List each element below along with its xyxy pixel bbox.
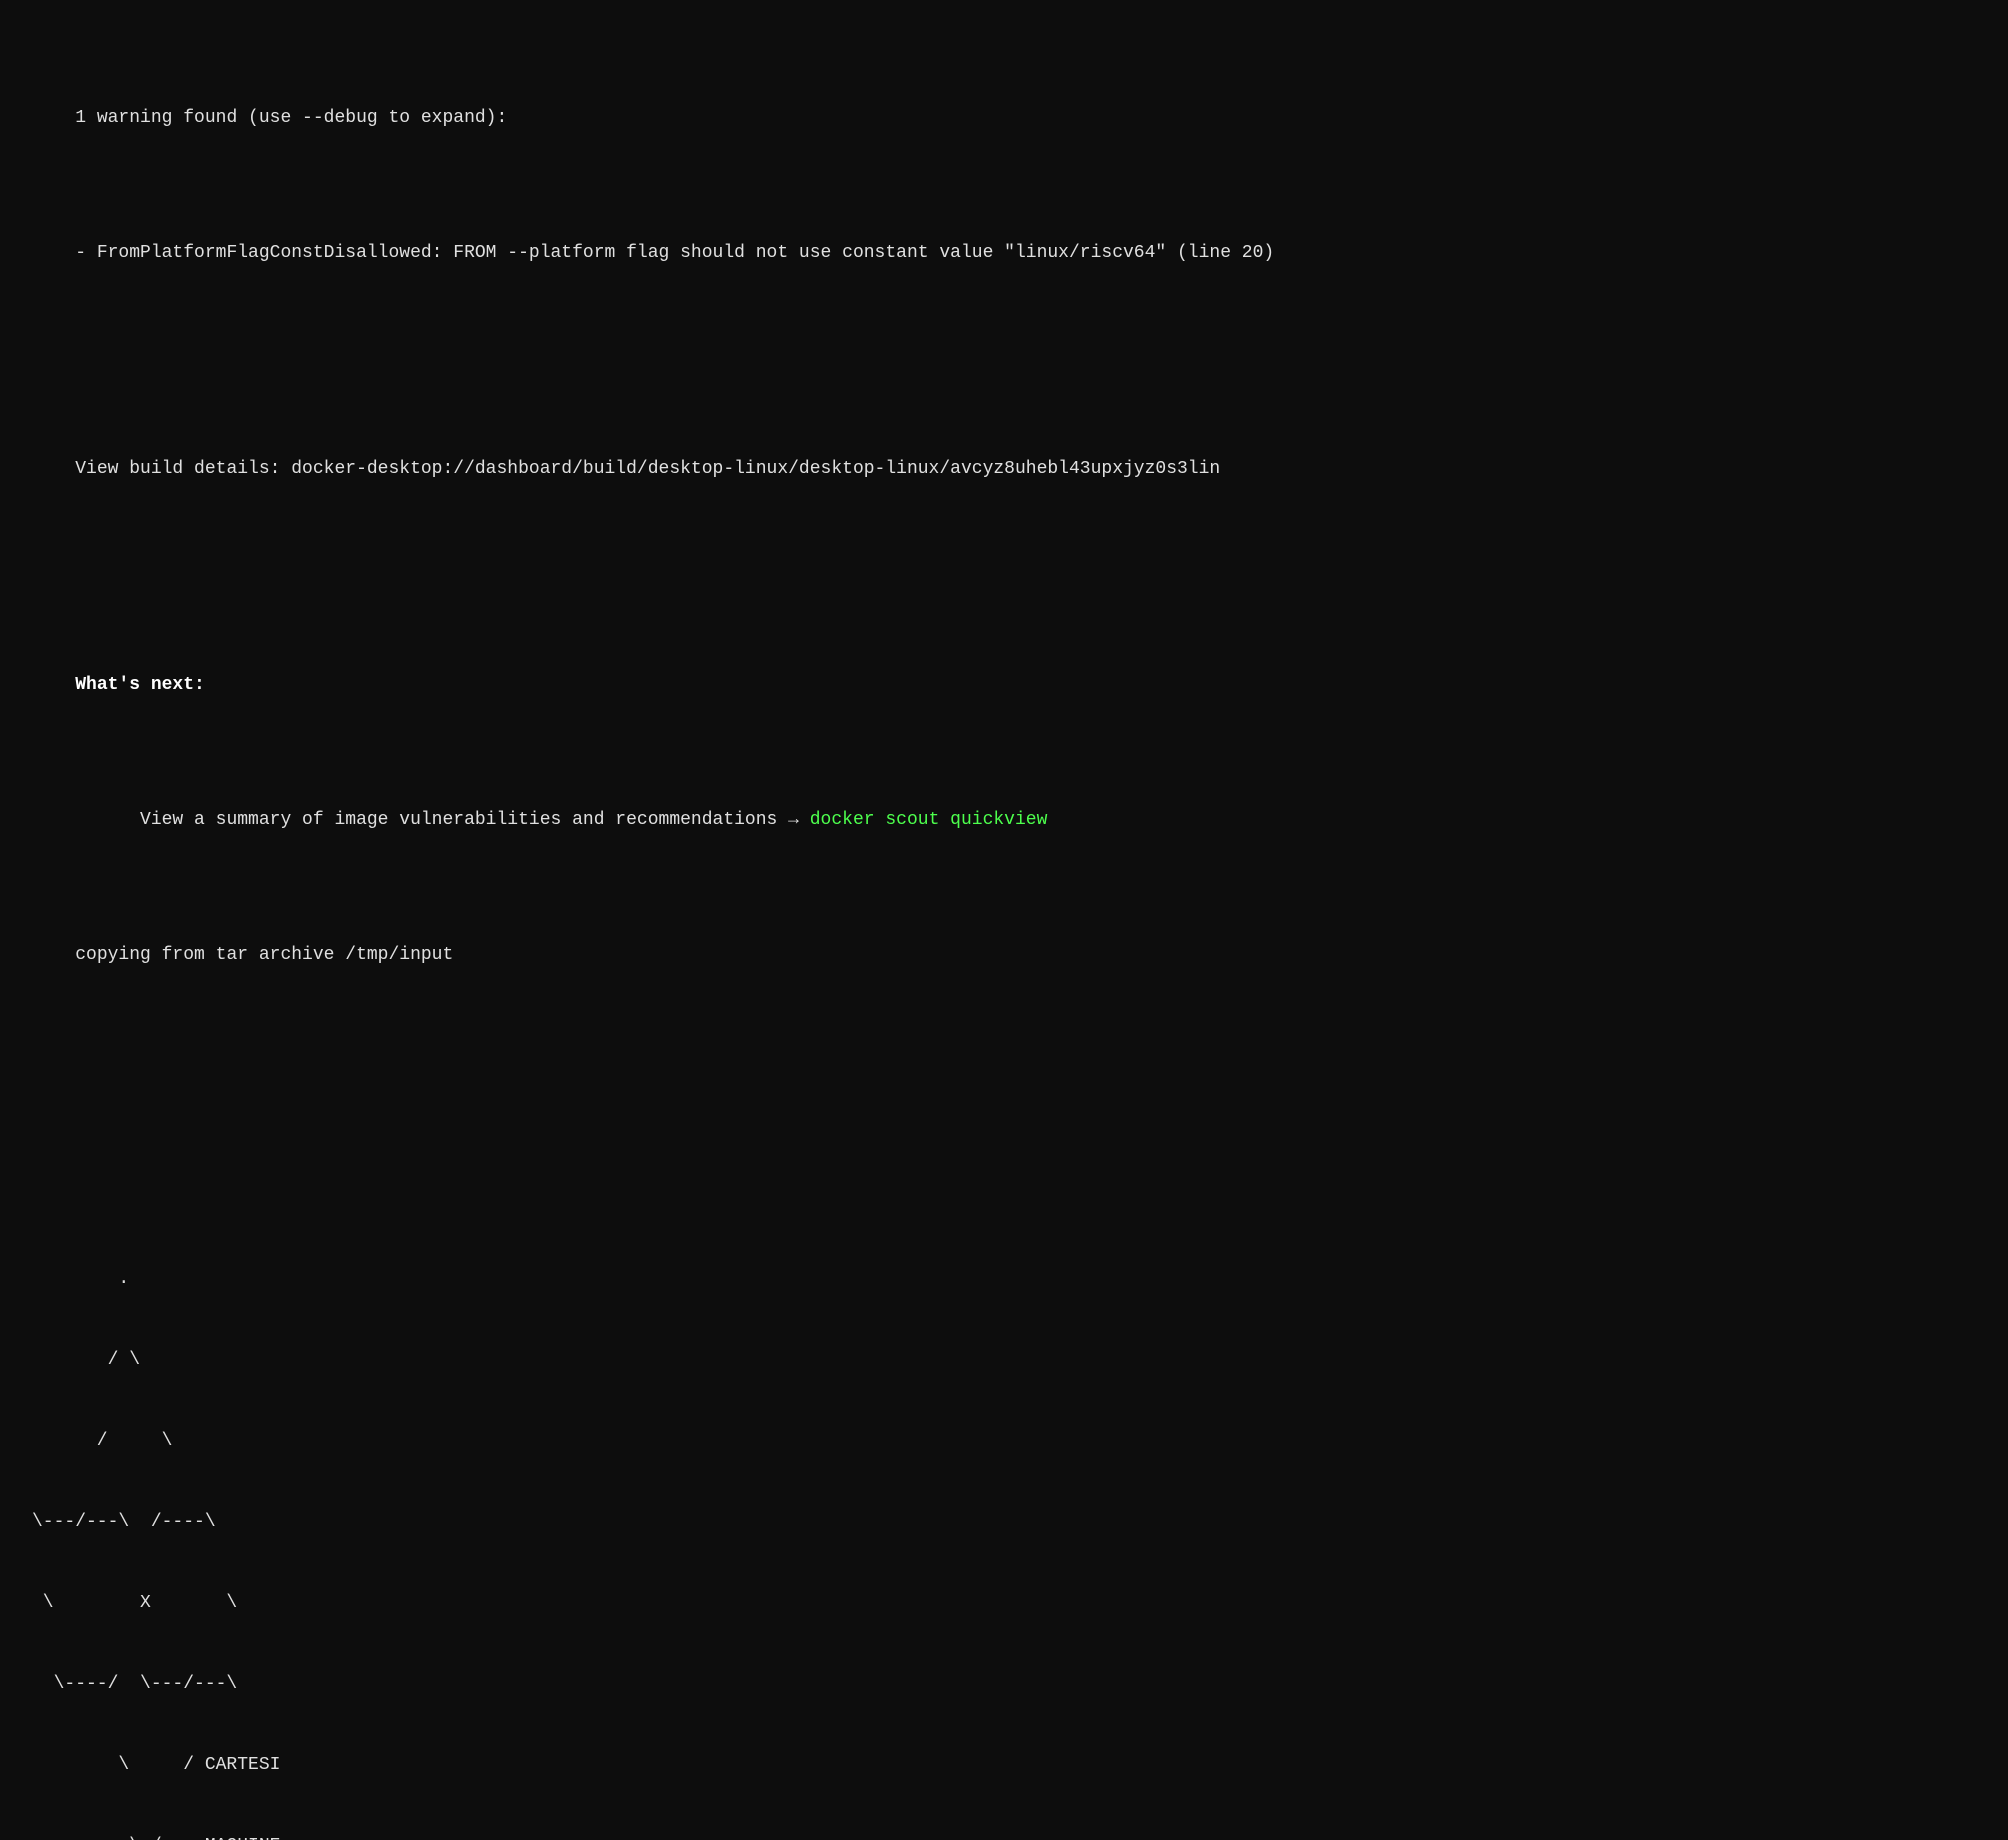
ascii-line-3: / \ [32, 1428, 1976, 1455]
ascii-line-8: \ / MACHINE [32, 1833, 1976, 1840]
view-build-text: View build details: docker-desktop://das… [75, 459, 1220, 479]
ascii-line-4: \---/---\ /----\ [32, 1509, 1976, 1536]
ascii-line-6: \----/ \---/---\ [32, 1671, 1976, 1698]
whats-next-label: What's next: [75, 675, 205, 695]
blank-line-4 [32, 1131, 1976, 1158]
whats-next-label-line: What's next: [32, 645, 1976, 726]
blank-line-2 [32, 564, 1976, 591]
warning-count-text: 1 warning found (use --debug to expand): [75, 108, 507, 128]
warning-count-line: 1 warning found (use --debug to expand): [32, 78, 1976, 159]
whats-next-indent: View a summary of image vulnerabilities … [75, 810, 810, 830]
ascii-art-block: . / \ / \ \---/---\ /----\ \ X \ \----/ … [32, 1212, 1976, 1840]
whats-next-detail-line: View a summary of image vulnerabilities … [32, 780, 1976, 861]
warning-detail-line: - FromPlatformFlagConstDisallowed: FROM … [32, 213, 1976, 294]
warning-detail-text: - FromPlatformFlagConstDisallowed: FROM … [75, 243, 1274, 263]
ascii-line-7: \ / CARTESI [32, 1752, 1976, 1779]
terminal-output: 1 warning found (use --debug to expand):… [32, 24, 1976, 1840]
ascii-line-5: \ X \ [32, 1590, 1976, 1617]
ascii-line-2: / \ [32, 1347, 1976, 1374]
blank-line-3 [32, 1050, 1976, 1077]
ascii-line-1: . [32, 1266, 1976, 1293]
copying-text: copying from tar archive /tmp/input [75, 945, 453, 965]
docker-scout-command: docker scout quickview [810, 810, 1048, 830]
view-build-line: View build details: docker-desktop://das… [32, 429, 1976, 510]
blank-line-1 [32, 348, 1976, 375]
copying-line: copying from tar archive /tmp/input [32, 915, 1976, 996]
